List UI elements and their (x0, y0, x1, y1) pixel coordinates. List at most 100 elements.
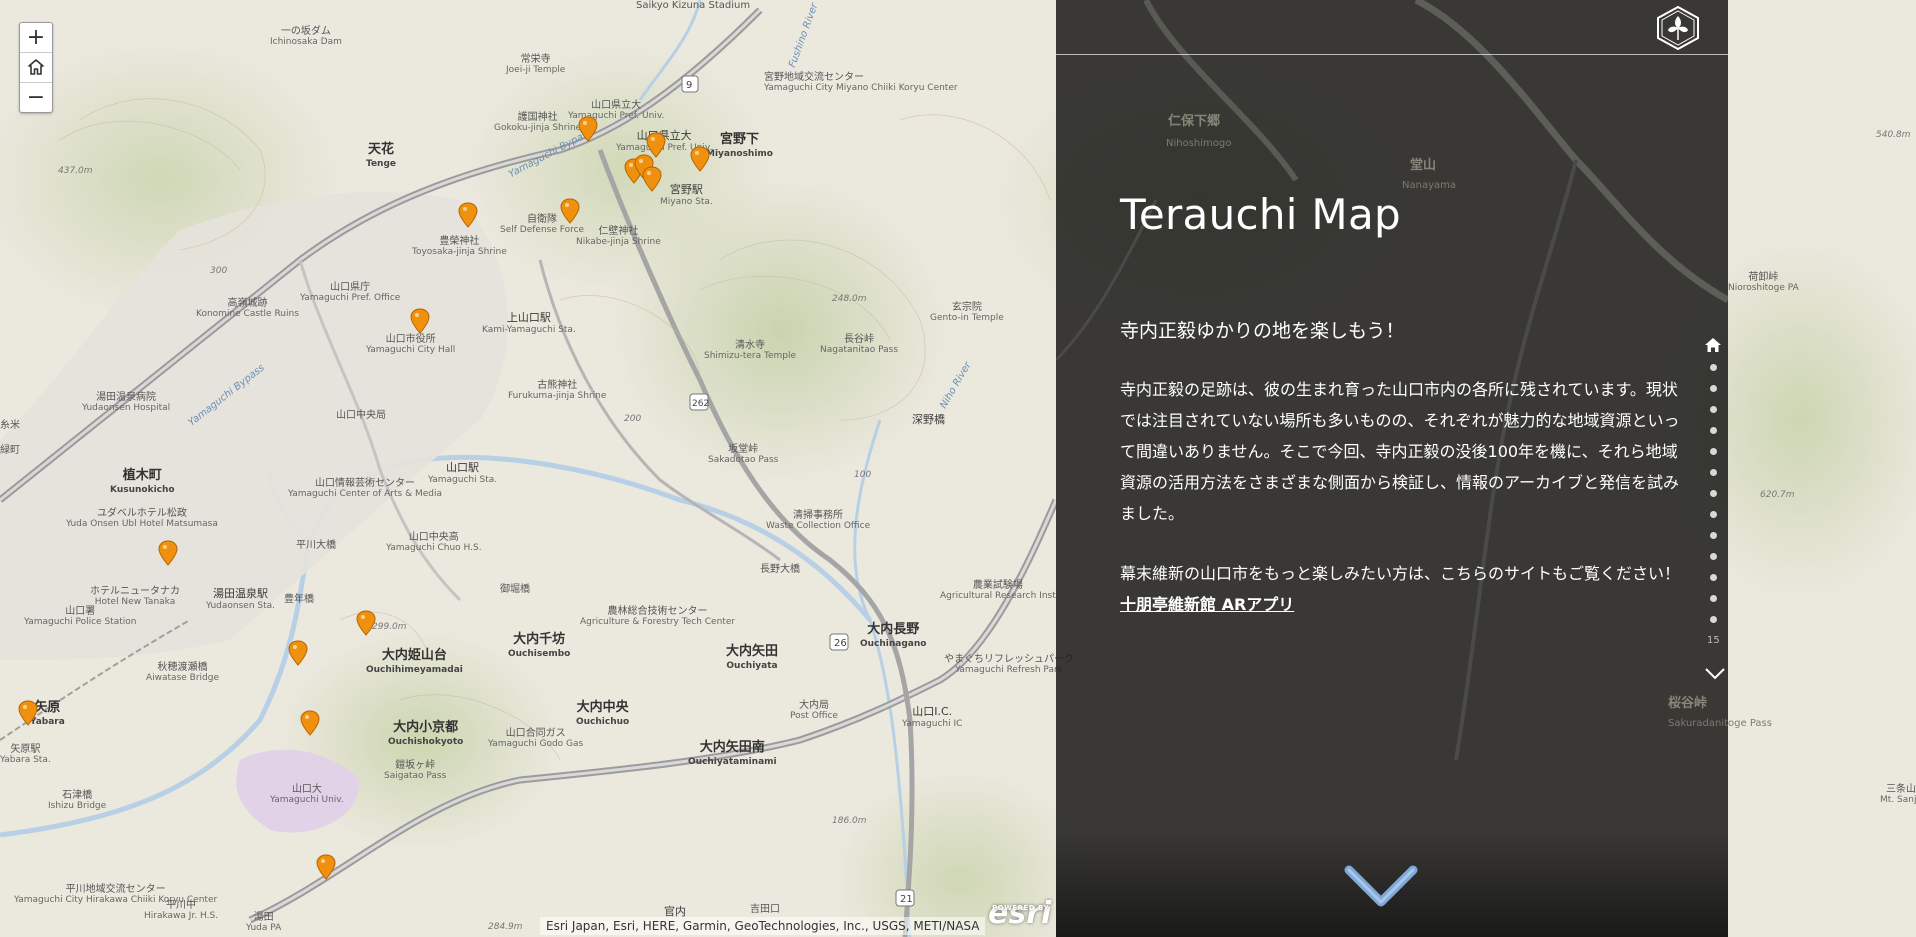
map-label: 湯田 Yuda PA (246, 912, 282, 933)
section-dot[interactable] (1710, 532, 1717, 539)
family-crest-logo[interactable] (1656, 6, 1700, 50)
section-dot[interactable] (1710, 385, 1717, 392)
map-pin[interactable] (642, 166, 662, 192)
section-dot[interactable] (1710, 427, 1717, 434)
map-label: 護国神社 Gokoku-jinja Shrine (494, 112, 582, 133)
section-dot[interactable] (1710, 406, 1717, 413)
map-label: 山口中央局 (336, 410, 386, 421)
map-label: 植木町 Kusunokicho (110, 468, 175, 495)
section-dot[interactable] (1710, 574, 1717, 581)
section-dot[interactable] (1710, 364, 1717, 371)
map-label: 山口県庁 Yamaguchi Pref. Office (300, 282, 401, 303)
map-label: 大内局 Post Office (790, 700, 838, 721)
section-dot[interactable] (1710, 490, 1717, 497)
elevation-label: 284.9m (488, 922, 523, 932)
map-label: 糸米 (0, 420, 20, 431)
map-label: 上山口駅 Kami-Yamaguchi Sta. (482, 311, 576, 336)
story-panel: 仁保下郷 Nihoshimogo 堂山 Nanayama 桜谷峠 Sakurad… (1056, 0, 1772, 937)
story-paragraph: 寺内正毅の足跡は、彼の生まれ育った山口市内の各所に残されています。現状では注目さ… (1120, 380, 1680, 523)
map-label: 農林総合技術センター Agriculture & Forestry Tech Ce… (580, 606, 736, 627)
map-label: 吉田口 (750, 904, 780, 915)
map-pin[interactable] (316, 854, 336, 880)
map-label: 秋穂渡瀬橋 Aiwatase Bridge (146, 662, 220, 683)
map-label: 清水寺 Shimizu-tera Temple (704, 340, 797, 361)
section-dot[interactable] (1710, 511, 1717, 518)
home-button[interactable] (20, 53, 52, 83)
map-label: 山口情報芸術センター Yamaguchi Center of Arts & Med… (288, 478, 443, 499)
map-label: 平川中 Hirakawa Jr. H.S. (144, 900, 219, 921)
map-label: やまぐちリフレッシュパーク Yamaguchi Refresh Park (944, 654, 1074, 675)
elevation-label: 540.8m (1876, 130, 1911, 140)
map-label: 玄宗院 Gento-in Temple (930, 302, 1004, 323)
map-label: 大内姫山台 Ouchihimeyamadai (366, 648, 463, 675)
map-label: 大内矢田 Ouchiyata (726, 644, 779, 671)
story-title: Terauchi Map (1120, 190, 1401, 239)
svg-text:9: 9 (686, 80, 692, 91)
map-label: ホテルニュータナカ Hotel New Tanaka (90, 586, 180, 607)
zoom-in-button[interactable]: + (20, 23, 52, 53)
map-label: 大内矢田南 Ouchiyataminami (688, 740, 777, 767)
map-label: 宮野地域交流センター Yamaguchi City Miyano Chiiki K… (764, 72, 958, 93)
section-dot[interactable] (1710, 616, 1717, 623)
map-label: 湯田温泉駅 Yudaonsen Sta. (206, 587, 276, 612)
map-pin[interactable] (356, 610, 376, 636)
map-pin[interactable] (300, 710, 320, 736)
map-pin[interactable] (578, 116, 598, 142)
scroll-down-chevron-icon[interactable] (1341, 862, 1421, 912)
elevation-label: 100 (854, 470, 872, 480)
elevation-label: 620.7m (1760, 490, 1795, 500)
map-pin[interactable] (158, 540, 178, 566)
map-label: 御堀橋 (500, 584, 530, 595)
map-label: 豊榮神社 Toyosaka-jinja Shrine (412, 236, 507, 257)
map-label: 長野大橋 (760, 564, 800, 575)
svg-text:21: 21 (900, 894, 913, 905)
zoom-out-button[interactable]: − (20, 83, 52, 112)
map-label: 仁壁神社 Nikabe-jinja Shrine (576, 226, 661, 247)
section-count: 15 (1707, 635, 1720, 646)
elevation-label: 248.0m (832, 294, 867, 304)
map-pin[interactable] (410, 308, 430, 334)
zoom-control: + − (19, 22, 53, 113)
map-pin[interactable] (18, 700, 38, 726)
home-section-icon[interactable] (1704, 337, 1722, 353)
map-label: 山口中央高 Yamaguchi Chuo H.S. (386, 532, 482, 553)
map-label: Saikyo Kizuna Stadium (636, 0, 751, 11)
section-dot[interactable] (1710, 595, 1717, 602)
map-label: 山口大 Yamaguchi Univ. (270, 784, 344, 805)
map-label: 農業試験場 Agricultural Research Inst (940, 580, 1056, 601)
map-pin[interactable] (560, 198, 580, 224)
map-label: 坂堂峠 Sakadotao Pass (708, 444, 779, 465)
elevation-label: 300 (210, 266, 228, 276)
esri-logo[interactable]: POWERED BY esri (988, 898, 1051, 930)
map-label: 山口署 Yamaguchi Police Station (24, 606, 137, 627)
svg-text:262: 262 (692, 399, 709, 409)
map-label: 山口I.C. Yamaguchi IC (902, 705, 963, 730)
map-pin[interactable] (288, 640, 308, 666)
map-attribution: Esri Japan, Esri, HERE, Garmin, GeoTechn… (540, 917, 986, 935)
map-label: 山口市役所 Yamaguchi City Hall (366, 334, 456, 355)
map-label: 清掃事務所 Waste Collection Office (766, 510, 871, 531)
map-pin[interactable] (690, 146, 710, 172)
ar-app-link[interactable]: 十朋亭維新館 ARアプリ (1120, 595, 1294, 614)
map-label: 常栄寺 Joei-ji Temple (506, 54, 566, 75)
elevation-label: 186.0m (832, 816, 867, 826)
section-dot[interactable] (1710, 553, 1717, 560)
map-label: 深野橋 (912, 413, 945, 426)
section-dot[interactable] (1710, 469, 1717, 476)
map-label: 荷卸峠 Nioroshitoge PA (1728, 272, 1799, 293)
map-label: 平川大橋 (296, 540, 336, 551)
map-label: 矢原駅 Yabara Sta. (0, 744, 51, 765)
map-label: 緑町 (0, 445, 20, 456)
map-pin[interactable] (458, 202, 478, 228)
map-label: 豊年橋 (284, 594, 314, 605)
map-label: 大内長野 Ouchinagano (860, 622, 927, 649)
map-label: 古熊神社 Furukuma-jinja Shrine (508, 380, 607, 401)
chevron-down-icon[interactable] (1704, 667, 1726, 681)
map-label: 鎧坂ヶ峠 Saigatao Pass (384, 760, 447, 781)
map-label: ユダベルホテル松政 Yuda Onsen Ubl Hotel Matsumasa (66, 508, 218, 529)
map-label: 一の坂ダム Ichinosaka Dam (270, 26, 342, 47)
section-dot[interactable] (1710, 448, 1717, 455)
story-paragraph-2: 幕末維新の山口市をもっと楽しみたい方は、こちらのサイトもご覧ください！ 十朋亭維… (1120, 564, 1681, 614)
home-icon (28, 59, 44, 75)
panel-header (1056, 0, 1728, 55)
